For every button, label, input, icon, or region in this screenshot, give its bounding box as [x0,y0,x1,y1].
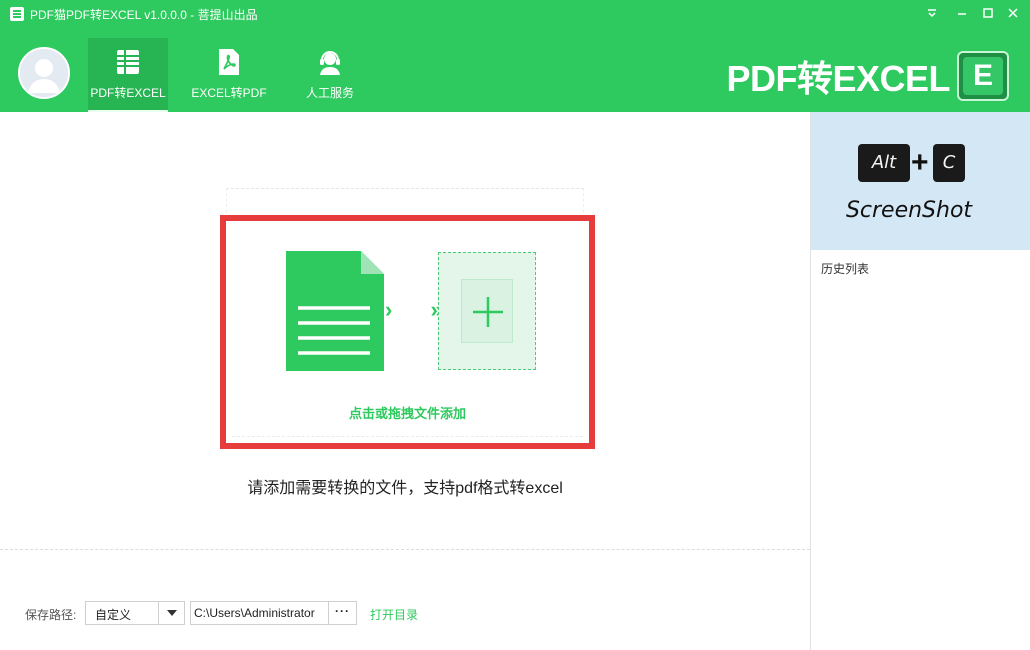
maximize-icon[interactable] [976,3,1000,23]
drop-area-frame [226,188,584,218]
history-list-title: 历史列表 [821,262,870,276]
user-avatar[interactable] [18,47,70,99]
screenshot-caption: ScreenShot [845,198,973,223]
tab-label: PDF转EXCEL [90,86,166,100]
save-mode-select[interactable]: 自定义 [85,601,185,625]
file-drop-zone[interactable]: › » 点击或拖拽文件添加 [220,215,595,449]
document-icon [286,251,384,371]
logo-letter: E [963,57,1003,95]
headset-icon [316,48,344,76]
dropdown-arrow-icon[interactable] [920,3,944,23]
app-logo-icon [10,7,24,21]
tab-label: EXCEL转PDF [191,86,267,100]
tab-excel-to-pdf[interactable]: EXCEL转PDF [188,38,270,112]
drop-zone-inner: › » 点击或拖拽文件添加 [232,227,583,437]
c-key: C [933,144,965,182]
screenshot-banner[interactable]: Alt + C ScreenShot [811,112,1030,250]
chevron-down-icon[interactable] [158,602,184,624]
app-header: PDF猫PDF转EXCEL v1.0.0.0 - 菩提山出品 PDF转EXCEL [0,0,1030,112]
window-title: PDF猫PDF转EXCEL v1.0.0.0 - 菩提山出品 [30,8,258,22]
title-bar: PDF猫PDF转EXCEL v1.0.0.0 - 菩提山出品 [0,0,1030,28]
plus-icon [473,297,503,327]
right-sidebar: Alt + C ScreenShot 历史列表 [810,112,1030,650]
drop-hint-text: 点击或拖拽文件添加 [348,406,466,421]
plus-sign: + [911,146,929,179]
browse-button[interactable]: ··· [328,601,357,625]
main-panel: › » 点击或拖拽文件添加 请添加需要转换的文件，支持pdf格式转excel 保… [0,112,810,650]
minimize-icon[interactable] [950,3,974,23]
section-divider [0,549,810,550]
save-mode-value: 自定义 [95,608,132,622]
pdf-icon [215,48,243,76]
save-path-label: 保存路径: [25,608,77,622]
save-path-input[interactable]: C:\Users\Administrator [190,601,328,625]
brand-title: PDF转EXCEL [726,58,950,99]
open-directory-link[interactable]: 打开目录 [370,606,418,623]
alt-key: Alt [858,144,910,182]
add-file-button[interactable] [438,252,536,370]
close-icon[interactable] [1001,3,1025,23]
tab-pdf-to-excel[interactable]: PDF转EXCEL [88,38,168,112]
instruction-text: 请添加需要转换的文件，支持pdf格式转excel [247,480,563,497]
excel-logo-icon: E [957,51,1009,101]
spreadsheet-icon [114,48,142,76]
tab-human-service[interactable]: 人工服务 [292,38,368,112]
avatar-icon [20,49,68,97]
tab-label: 人工服务 [305,86,354,100]
